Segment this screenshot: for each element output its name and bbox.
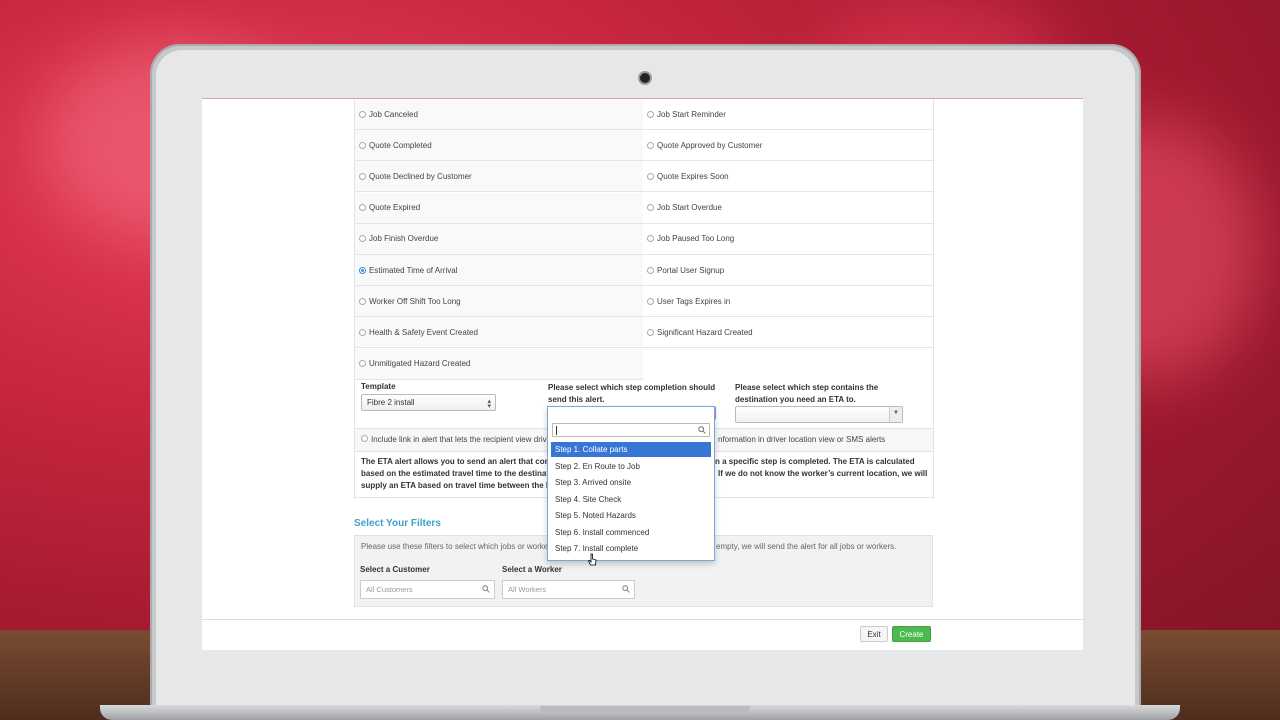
search-icon <box>622 585 630 593</box>
alert-option-label: Job Canceled <box>369 109 418 119</box>
destination-label: Please select which step contains the de… <box>735 383 879 404</box>
eta-description-text: The ETA alert allows you to send an aler… <box>361 457 550 466</box>
worker-filter-input[interactable]: All Workers <box>502 580 635 599</box>
eta-description-text: based on the estimated travel time to th… <box>361 469 550 478</box>
eta-description-text: supply an ETA based on travel time betwe… <box>361 481 549 490</box>
camera-icon <box>640 73 650 83</box>
alert-option-radio[interactable] <box>359 204 366 212</box>
alert-option-radio[interactable] <box>359 172 366 180</box>
alert-option-label: Job Start Reminder <box>657 109 726 119</box>
alert-option-label: Health & Safety Event Created <box>369 327 478 337</box>
step-option[interactable]: Step 2. En Route to Job <box>551 459 711 474</box>
alert-option-label: Quote Approved by Customer <box>657 140 763 150</box>
alert-option[interactable]: Health & Safety Event Created <box>355 317 643 349</box>
alert-option-radio[interactable] <box>359 235 366 243</box>
footer-bar <box>202 619 1083 650</box>
alert-option-radio[interactable] <box>647 266 654 274</box>
alert-option-label: Job Paused Too Long <box>657 234 735 244</box>
alert-option-radio[interactable] <box>359 266 366 274</box>
worker-filter-placeholder: All Workers <box>508 585 547 594</box>
alert-option[interactable]: Quote Approved by Customer <box>643 130 933 162</box>
alert-option-radio[interactable] <box>359 110 366 118</box>
dropdown-search-input[interactable] <box>552 423 710 437</box>
step-completion-dropdown: Step 1. Collate parts Step 2. En Route to… <box>547 406 715 566</box>
alert-option[interactable]: Job Start Reminder <box>643 99 933 130</box>
alert-option[interactable]: User Tags Expires in <box>643 286 933 318</box>
alert-option-radio[interactable] <box>647 141 654 149</box>
alert-option-label: Worker Off Shift Too Long <box>369 296 461 306</box>
alert-option[interactable]: Portal User Signup <box>643 255 933 286</box>
customer-filter-label: Select a Customer <box>360 565 430 574</box>
alert-option-label: Job Finish Overdue <box>369 234 439 244</box>
alert-option-label: Estimated Time of Arrival <box>369 265 458 275</box>
hand-cursor-icon <box>588 553 597 566</box>
eta-description-text: If we do not know the worker’s current l… <box>718 469 928 478</box>
select-arrows-icon: ▾ <box>487 403 491 410</box>
alert-option-radio[interactable] <box>359 360 366 368</box>
include-link-label-left: Include link in alert that lets the reci… <box>371 435 552 444</box>
customer-filter-input[interactable]: All Customers <box>360 580 495 599</box>
customer-filter-placeholder: All Customers <box>366 585 413 594</box>
alert-option-radio[interactable] <box>647 328 654 336</box>
alert-option[interactable]: Significant Hazard Created <box>643 317 933 349</box>
step-option[interactable]: Step 6. Install commenced <box>551 525 711 540</box>
alert-option[interactable]: Estimated Time of Arrival <box>355 255 643 286</box>
template-label: Template <box>361 382 396 391</box>
text-cursor <box>556 426 557 435</box>
alert-option-radio[interactable] <box>647 172 654 180</box>
step-option[interactable]: Step 5. Noted Hazards <box>551 508 711 523</box>
chevron-down-icon: ▼ <box>893 410 899 416</box>
alert-option-label: Job Start Overdue <box>657 203 722 213</box>
alert-option-radio[interactable] <box>359 297 366 305</box>
alert-option[interactable]: Job Start Overdue <box>643 193 933 224</box>
alert-option[interactable]: Worker Off Shift Too Long <box>355 286 643 318</box>
search-icon <box>482 585 490 593</box>
alert-option-label: Quote Completed <box>369 140 432 150</box>
step-completion-label: Please select which step completion shou… <box>548 383 716 404</box>
alert-option-label: User Tags Expires in <box>657 296 731 306</box>
alert-option-label: Significant Hazard Created <box>657 327 753 337</box>
laptop-notch <box>540 706 750 714</box>
filters-help-left: Please use these filters to select which… <box>361 542 549 551</box>
include-link-label-right: nformation in driver location view or SM… <box>718 435 886 444</box>
alert-option-radio[interactable] <box>359 141 366 149</box>
alert-option[interactable]: Job Canceled <box>355 99 643 130</box>
filters-title: Select Your Filters <box>354 518 441 529</box>
alert-option[interactable]: Quote Expires Soon <box>643 161 933 193</box>
alert-option-label: Quote Expired <box>369 203 421 213</box>
alert-option-label: Portal User Signup <box>657 265 725 275</box>
destination-select[interactable]: ▼ <box>735 406 903 423</box>
worker-filter-label: Select a Worker <box>502 565 562 574</box>
alert-option-radio[interactable] <box>647 110 654 118</box>
alert-option[interactable]: Quote Declined by Customer <box>355 161 643 193</box>
include-link-checkbox[interactable] <box>361 435 368 442</box>
alert-option[interactable]: Job Finish Overdue <box>355 223 643 255</box>
filters-help-right: empty, we will send the alert for all jo… <box>716 542 897 551</box>
template-value: Fibre 2 install <box>367 398 415 407</box>
step-option[interactable]: Step 7. Install complete <box>551 541 711 556</box>
eta-description-text: n a specific step is completed. The ETA … <box>715 457 915 466</box>
app-screen: Job Canceled Quote Completed Quote Decline… <box>202 98 1083 650</box>
template-select[interactable]: Fibre 2 install ▴ ▾ <box>361 394 496 411</box>
search-icon <box>698 426 706 434</box>
alert-option-radio[interactable] <box>647 297 654 305</box>
alert-option[interactable]: Quote Completed <box>355 130 643 162</box>
step-option[interactable]: Step 4. Site Check <box>551 492 711 507</box>
alert-option-label: Quote Expires Soon <box>657 171 729 181</box>
alert-option-label: Unmitigated Hazard Created <box>369 359 471 369</box>
create-button[interactable]: Create <box>892 626 931 642</box>
alert-option-radio[interactable] <box>647 204 654 212</box>
step-option[interactable]: Step 1. Collate parts <box>551 442 711 457</box>
alert-option[interactable]: Job Paused Too Long <box>643 224 933 255</box>
step-option[interactable]: Step 3. Arrived onsite <box>551 475 711 490</box>
alert-option[interactable]: Quote Expired <box>355 192 643 224</box>
alert-option-label: Quote Declined by Customer <box>369 171 472 181</box>
alert-option[interactable]: Unmitigated Hazard Created <box>355 348 643 380</box>
exit-button[interactable]: Exit <box>860 626 888 642</box>
alert-option-radio[interactable] <box>647 235 654 243</box>
alert-option-radio[interactable] <box>359 328 366 336</box>
